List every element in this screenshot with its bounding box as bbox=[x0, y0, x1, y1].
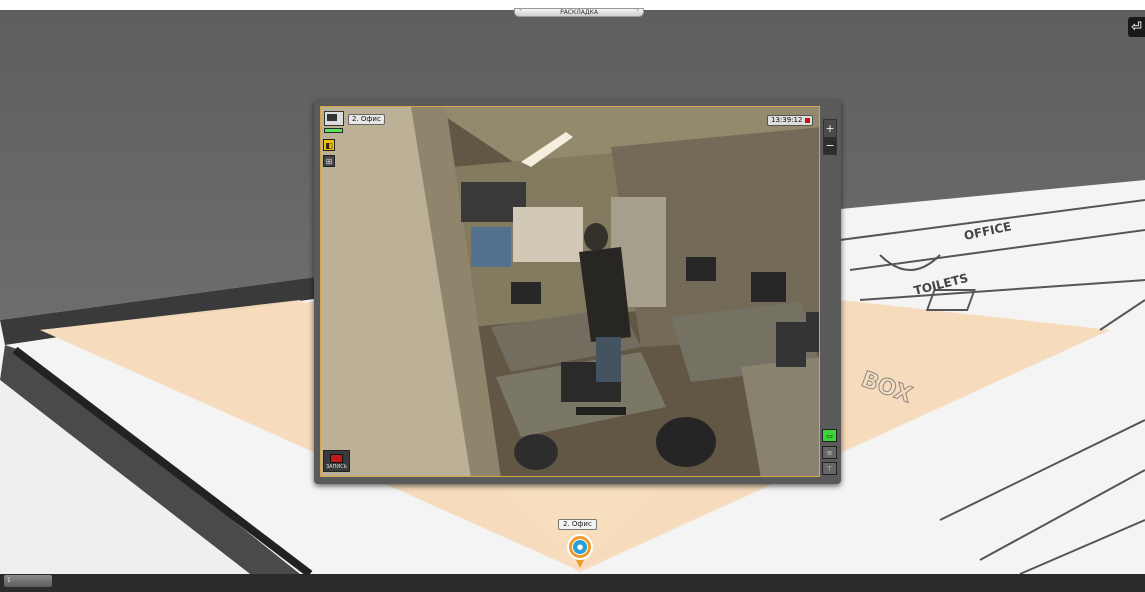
layout-tab-1[interactable]: 1 bbox=[4, 575, 52, 587]
menu-button[interactable]: ⊤ bbox=[822, 462, 837, 475]
archive-button[interactable]: ◧ bbox=[323, 139, 335, 151]
layout-button[interactable]: ⊞ bbox=[323, 155, 335, 167]
signal-indicator bbox=[324, 128, 343, 133]
record-button[interactable]: ЗАПИСЬ bbox=[323, 450, 350, 472]
camera-title: 2. Офис bbox=[348, 114, 385, 125]
zoom-out-button[interactable]: − bbox=[824, 137, 836, 154]
camera-video-view[interactable] bbox=[320, 106, 820, 477]
bottom-bar bbox=[0, 574, 1145, 592]
zoom-control[interactable]: + − bbox=[823, 119, 837, 155]
record-label: ЗАПИСЬ bbox=[325, 464, 348, 470]
chevron-left-icon: ˅ bbox=[519, 9, 522, 16]
exit-button[interactable]: ⏎ bbox=[1128, 17, 1145, 37]
layout-dropdown-label: РАСКЛАДКА bbox=[560, 9, 598, 16]
layout-dropdown[interactable]: ˅ РАСКЛАДКА ˅ bbox=[514, 8, 644, 17]
chevron-right-icon: ˅ bbox=[636, 9, 639, 16]
list-icon: ≡ bbox=[826, 448, 833, 457]
camera-timestamp: 13:39:12 bbox=[767, 115, 814, 126]
zoom-in-button[interactable]: + bbox=[824, 120, 836, 137]
map-camera-label: 2. Офис bbox=[558, 519, 597, 530]
recording-indicator-icon bbox=[805, 118, 811, 123]
exit-icon: ⏎ bbox=[1131, 19, 1142, 35]
monitor-icon: ▭ bbox=[826, 431, 833, 440]
camera-icon[interactable] bbox=[324, 111, 344, 126]
menu-icon: ⊤ bbox=[826, 464, 833, 473]
list-button[interactable]: ≡ bbox=[822, 446, 837, 459]
layout-icon: ⊞ bbox=[325, 156, 333, 166]
office-video-frame bbox=[321, 107, 819, 476]
timestamp-text: 13:39:12 bbox=[771, 116, 803, 124]
monitor-button[interactable]: ▭ bbox=[822, 429, 837, 442]
record-icon bbox=[330, 454, 343, 463]
archive-icon: ◧ bbox=[325, 140, 333, 150]
camera-icon-small: ● bbox=[572, 539, 588, 555]
camera-pin-icon[interactable]: ● bbox=[567, 534, 593, 560]
